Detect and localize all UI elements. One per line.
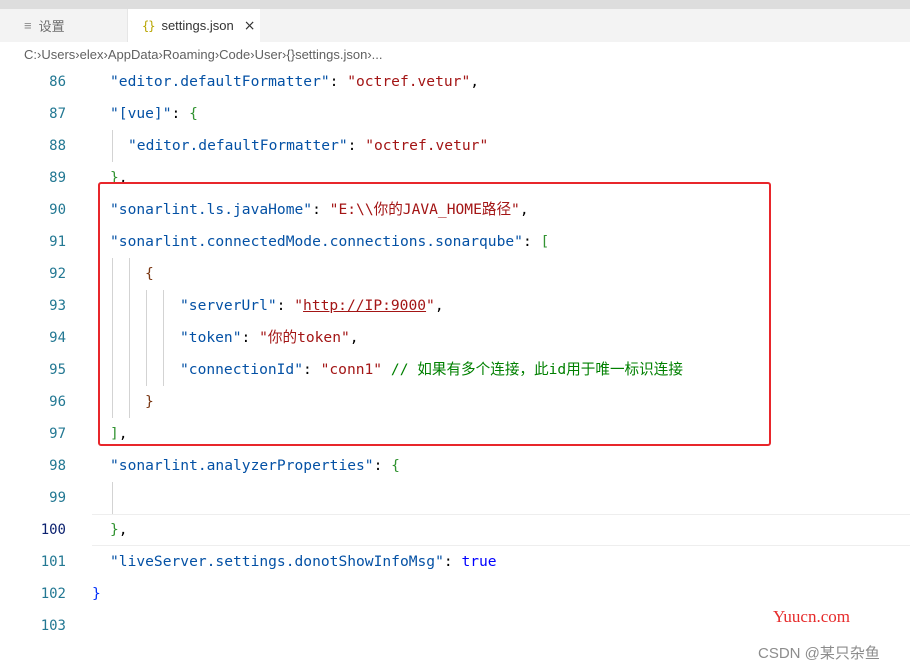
code-text: },	[110, 514, 128, 546]
code-token: true	[461, 553, 497, 570]
code-token: :	[329, 73, 348, 90]
code-token: "sonarlint.analyzerProperties"	[110, 457, 374, 474]
code-line[interactable]: 99	[0, 482, 910, 514]
code-token: "editor.defaultFormatter"	[128, 137, 348, 154]
code-token: ,	[118, 521, 128, 538]
highlight-box	[98, 182, 771, 446]
breadcrumb-item[interactable]: Code	[219, 47, 250, 62]
line-number: 92	[49, 266, 66, 282]
indent-guide	[112, 482, 113, 514]
breadcrumb-item[interactable]: C:	[24, 47, 37, 62]
breadcrumb-item[interactable]: User	[255, 47, 282, 62]
code-text: "editor.defaultFormatter": "octref.vetur…	[128, 130, 488, 162]
code-line[interactable]: 87 "[vue]": {	[0, 98, 910, 130]
code-line[interactable]: 102}	[0, 578, 910, 610]
window-top-strip	[0, 0, 910, 9]
line-number: 89	[49, 170, 66, 186]
code-token: }	[110, 521, 119, 538]
line-number: 98	[49, 458, 66, 474]
code-line[interactable]: 100},	[0, 514, 910, 546]
code-line[interactable]: 101 "liveServer.settings.donotShowInfoMsg…	[0, 546, 910, 578]
line-number: 100	[40, 522, 66, 538]
line-number: 90	[49, 202, 66, 218]
line-number: 102	[40, 586, 66, 602]
editor-tab-bar: ≡ 设置 {} settings.json ×	[0, 9, 910, 42]
line-number: 103	[40, 618, 66, 634]
line-number: 87	[49, 106, 66, 122]
site-watermark: Yuucn.com	[773, 607, 850, 626]
code-token: "octref.vetur"	[365, 137, 489, 154]
tab-settings-json[interactable]: {} settings.json ×	[128, 9, 260, 42]
code-token: }	[92, 585, 101, 602]
line-number: 101	[40, 554, 66, 570]
line-number: 97	[49, 426, 66, 442]
code-token: :	[347, 137, 366, 154]
code-text: }	[92, 578, 101, 610]
list-icon: ≡	[24, 18, 32, 33]
tab-label: settings.json	[161, 18, 234, 33]
code-text: "liveServer.settings.donotShowInfoMsg": …	[110, 546, 497, 578]
tab-settings-ui[interactable]: ≡ 设置	[0, 9, 128, 42]
indent-guide	[112, 130, 113, 162]
code-token: ,	[470, 73, 480, 90]
code-line[interactable]: 86 "editor.defaultFormatter": "octref.vet…	[0, 66, 910, 98]
code-token: "[vue]"	[110, 105, 172, 122]
code-text: "sonarlint.analyzerProperties": {	[110, 450, 400, 482]
line-number: 91	[49, 234, 66, 250]
code-line[interactable]: 98 "sonarlint.analyzerProperties": {	[0, 450, 910, 482]
line-number: 88	[49, 138, 66, 154]
line-number: 93	[49, 298, 66, 314]
code-token: "octref.vetur"	[347, 73, 471, 90]
line-number: 96	[49, 394, 66, 410]
code-token: :	[373, 457, 392, 474]
breadcrumb-more[interactable]: ...	[372, 47, 383, 62]
line-number: 86	[49, 74, 66, 90]
json-braces-icon: {}	[142, 18, 155, 33]
line-number: 99	[49, 490, 66, 506]
breadcrumb: C: › Users › elex › AppData › Roaming › Code › User ›…	[0, 42, 910, 66]
code-token: "editor.defaultFormatter"	[110, 73, 330, 90]
breadcrumb-item[interactable]: elex	[80, 47, 104, 62]
code-text: "[vue]": {	[110, 98, 198, 130]
author-watermark: CSDN @某只杂鱼	[758, 645, 880, 662]
code-token: {	[189, 105, 198, 122]
breadcrumb-item[interactable]: Roaming	[163, 47, 215, 62]
json-braces-icon: {}	[286, 46, 296, 62]
code-token: :	[171, 105, 190, 122]
tab-label: 设置	[38, 19, 65, 34]
breadcrumb-item[interactable]: Users	[41, 47, 75, 62]
line-number: 94	[49, 330, 66, 346]
code-token: :	[443, 553, 462, 570]
line-number: 95	[49, 362, 66, 378]
code-token: "liveServer.settings.donotShowInfoMsg"	[110, 553, 444, 570]
breadcrumb-item[interactable]: AppData	[108, 47, 159, 62]
code-token: {	[391, 457, 400, 474]
close-icon[interactable]: ×	[244, 18, 256, 34]
code-line[interactable]: 88 "editor.defaultFormatter": "octref.vet…	[0, 130, 910, 162]
code-text: "editor.defaultFormatter": "octref.vetur…	[110, 66, 479, 98]
breadcrumb-file[interactable]: settings.json	[295, 47, 367, 62]
